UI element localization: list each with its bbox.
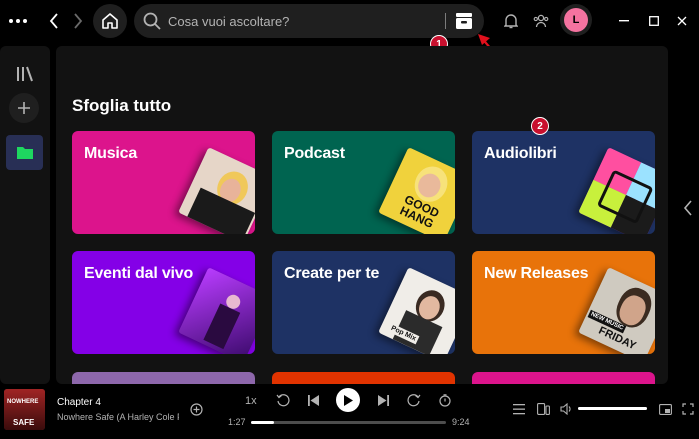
user-menu-button[interactable]: L xyxy=(560,4,592,36)
page-title: Sfoglia tutto xyxy=(72,96,172,115)
minimize-icon[interactable] xyxy=(613,10,635,32)
queue-icon[interactable] xyxy=(511,401,527,417)
folder-icon xyxy=(16,147,33,159)
panel-expand-icon[interactable] xyxy=(683,200,697,222)
maximize-icon[interactable] xyxy=(643,10,665,32)
volume-icon[interactable] xyxy=(558,401,574,417)
category-card-peek[interactable] xyxy=(472,372,655,384)
category-card-musica[interactable]: Musica xyxy=(72,131,255,234)
friends-icon[interactable] xyxy=(530,10,552,32)
mini-player-icon[interactable] xyxy=(657,401,673,417)
top-bar: L xyxy=(0,0,699,44)
category-cover-image: Pop Mix xyxy=(378,267,455,354)
category-cover-image xyxy=(178,147,255,234)
category-card-label: Audiolibri xyxy=(484,145,557,162)
play-button[interactable] xyxy=(336,388,360,412)
category-card-label: Create per te xyxy=(284,265,380,282)
search-separator xyxy=(445,13,446,29)
volume-fill xyxy=(578,407,647,410)
search-icon xyxy=(142,11,162,31)
elapsed-time: 1:27 xyxy=(228,417,246,427)
main-content: Sfoglia tutto Musica Podcast GOOD HANG A… xyxy=(56,46,668,384)
more-icon[interactable] xyxy=(6,10,30,32)
add-to-library-icon[interactable] xyxy=(189,402,203,416)
home-button[interactable] xyxy=(93,4,127,38)
annotation-badge-2: 2 xyxy=(531,117,549,135)
avatar: L xyxy=(564,8,588,32)
category-card-label: Eventi dal vivo xyxy=(84,265,194,282)
connect-device-icon[interactable] xyxy=(535,401,551,417)
volume-slider[interactable] xyxy=(578,407,647,410)
remaining-time: 9:24 xyxy=(452,417,470,427)
previous-icon[interactable] xyxy=(305,392,321,408)
rewind-15-icon[interactable] xyxy=(275,392,291,408)
category-card-label: Podcast xyxy=(284,145,345,162)
category-card-audiolibri[interactable]: Audiolibri xyxy=(472,131,655,234)
playback-speed-button[interactable]: 1x xyxy=(245,395,257,407)
sidebar xyxy=(0,46,50,384)
library-icon[interactable] xyxy=(13,62,37,86)
player-bar: NOWHERE SAFE Chapter 4 Nowhere Safe (A H… xyxy=(0,386,699,439)
progress-fill xyxy=(251,421,275,424)
forward-15-icon[interactable] xyxy=(406,392,422,408)
sidebar-item-folder[interactable] xyxy=(6,135,43,170)
category-card-label: Musica xyxy=(84,145,138,162)
forward-icon[interactable] xyxy=(68,9,88,33)
create-button[interactable] xyxy=(9,93,39,123)
next-icon[interactable] xyxy=(375,392,391,408)
bell-icon[interactable] xyxy=(500,10,522,32)
category-card-peek[interactable] xyxy=(272,372,455,384)
plus-icon xyxy=(18,102,30,114)
track-title[interactable]: Chapter 4 xyxy=(57,397,101,408)
now-playing-cover[interactable]: NOWHERE SAFE xyxy=(4,389,45,430)
category-card-eventi-dal-vivo[interactable]: Eventi dal vivo xyxy=(72,251,255,354)
track-subtitle[interactable]: Nowhere Safe (A Harley Cole F xyxy=(57,412,179,422)
category-card-new-releases[interactable]: New Releases NEW MUSIC FRIDAY xyxy=(472,251,655,354)
progress-bar[interactable] xyxy=(251,421,446,424)
play-icon xyxy=(344,394,353,406)
category-cover-image: NEW MUSIC FRIDAY xyxy=(578,267,655,354)
close-icon[interactable] xyxy=(671,10,693,32)
fullscreen-icon[interactable] xyxy=(680,401,696,417)
search-input[interactable] xyxy=(168,4,468,38)
category-card-create-per-te[interactable]: Create per te Pop Mix xyxy=(272,251,455,354)
category-cover-image xyxy=(578,147,655,234)
category-card-label: New Releases xyxy=(484,265,589,282)
category-card-podcast[interactable]: Podcast GOOD HANG xyxy=(272,131,455,234)
category-card-peek[interactable] xyxy=(72,372,255,384)
category-cover-image: GOOD HANG xyxy=(378,147,455,234)
home-icon xyxy=(102,13,118,29)
sleep-timer-icon[interactable] xyxy=(437,392,453,408)
search-bar xyxy=(134,4,484,38)
cover-text: SAFE xyxy=(13,418,35,427)
cover-text: NOWHERE xyxy=(7,399,39,405)
back-icon[interactable] xyxy=(44,9,64,33)
